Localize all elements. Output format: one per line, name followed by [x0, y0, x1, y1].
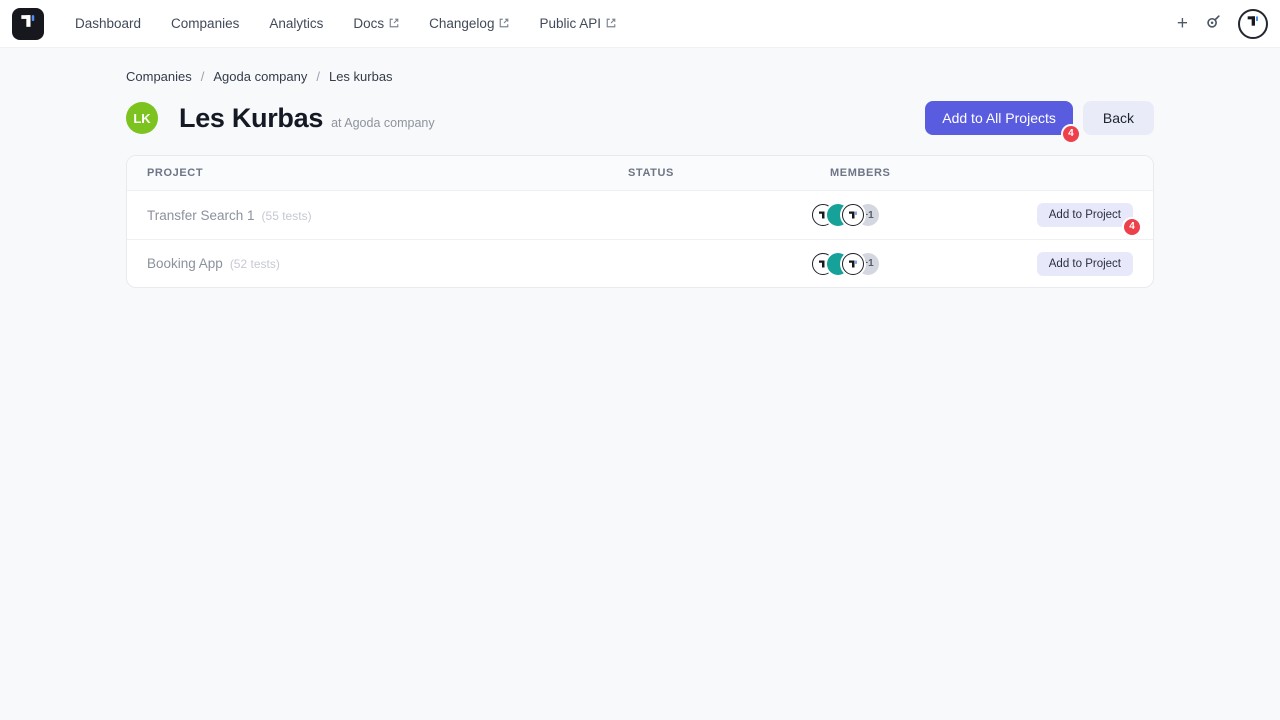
column-header-status: Status — [608, 167, 810, 179]
external-link-icon — [499, 16, 509, 31]
external-link-icon — [606, 16, 616, 31]
user-avatar[interactable] — [1238, 9, 1268, 39]
plus-icon: + — [1177, 14, 1188, 33]
breadcrumb-separator: / — [316, 69, 320, 84]
add-new-button[interactable]: + — [1177, 14, 1188, 33]
column-header-project: Project — [127, 167, 608, 179]
page-title: Les Kurbas — [179, 103, 323, 134]
action-cell: Add to Project — [993, 252, 1153, 276]
nav-item-label: Changelog — [429, 16, 494, 31]
add-to-all-projects-label: Add to All Projects — [942, 110, 1056, 126]
notification-badge: 4 — [1122, 217, 1142, 237]
nav-links: Dashboard Companies Analytics Docs Chang… — [60, 8, 631, 39]
add-to-project-button[interactable]: Add to Project 4 — [1037, 203, 1133, 227]
nav-item-label: Docs — [353, 16, 384, 31]
add-to-all-projects-button[interactable]: Add to All Projects 4 — [925, 101, 1073, 135]
project-tests-count: (55 tests) — [262, 209, 312, 223]
search-button[interactable] — [1204, 12, 1222, 35]
projects-table: Project Status Members Transfer Search 1… — [126, 155, 1154, 288]
back-button[interactable]: Back — [1083, 101, 1154, 135]
nav-item-label: Analytics — [269, 16, 323, 31]
person-avatar: LK — [126, 102, 158, 134]
members-avatar-stack: +1 — [812, 204, 879, 226]
project-cell: Transfer Search 1 (55 tests) — [127, 208, 608, 223]
search-icon — [1204, 12, 1222, 35]
nav-item-dashboard[interactable]: Dashboard — [60, 8, 156, 39]
main-content: Companies / Agoda company / Les kurbas L… — [126, 69, 1154, 288]
external-link-icon — [389, 16, 399, 31]
add-to-project-button[interactable]: Add to Project — [1037, 252, 1133, 276]
nav-item-changelog[interactable]: Changelog — [414, 8, 524, 39]
table-row: Booking App (52 tests) — [127, 239, 1153, 287]
nav-right-actions: + — [1177, 9, 1268, 39]
add-to-project-label: Add to Project — [1049, 209, 1121, 221]
nav-item-docs[interactable]: Docs — [338, 8, 414, 39]
page-header: LK Les Kurbas at Agoda company Add to Al… — [126, 101, 1154, 135]
member-avatar-t-icon — [842, 204, 864, 226]
action-cell: Add to Project 4 — [993, 203, 1153, 227]
brand-logo[interactable] — [12, 8, 44, 40]
project-tests-count: (52 tests) — [230, 257, 280, 271]
notification-badge: 4 — [1061, 124, 1081, 144]
breadcrumb-agoda-company[interactable]: Agoda company — [213, 69, 307, 84]
page-subtitle: at Agoda company — [331, 116, 435, 130]
header-actions: Add to All Projects 4 Back — [925, 101, 1154, 135]
column-header-members: Members — [810, 167, 993, 179]
avatar-t-icon — [1245, 13, 1261, 34]
members-cell: +1 — [810, 204, 993, 226]
nav-item-label: Dashboard — [75, 16, 141, 31]
nav-item-companies[interactable]: Companies — [156, 8, 254, 39]
nav-item-label: Companies — [171, 16, 239, 31]
breadcrumb: Companies / Agoda company / Les kurbas — [126, 69, 1154, 84]
brand-t-icon — [18, 11, 38, 36]
top-nav: Dashboard Companies Analytics Docs Chang… — [0, 0, 1280, 48]
breadcrumb-companies[interactable]: Companies — [126, 69, 192, 84]
breadcrumb-les-kurbas[interactable]: Les kurbas — [329, 69, 393, 84]
nav-item-public-api[interactable]: Public API — [524, 8, 631, 39]
nav-item-label: Public API — [539, 16, 601, 31]
members-avatar-stack: +1 — [812, 253, 879, 275]
member-avatar-t-icon — [842, 253, 864, 275]
add-to-project-label: Add to Project — [1049, 258, 1121, 270]
project-name: Transfer Search 1 — [147, 208, 255, 223]
nav-item-analytics[interactable]: Analytics — [254, 8, 338, 39]
breadcrumb-separator: / — [201, 69, 205, 84]
title-wrap: Les Kurbas at Agoda company — [179, 103, 435, 134]
table-row: Transfer Search 1 (55 tests) — [127, 191, 1153, 239]
table-header-row: Project Status Members — [127, 156, 1153, 191]
members-cell: +1 — [810, 253, 993, 275]
project-name: Booking App — [147, 256, 223, 271]
project-cell: Booking App (52 tests) — [127, 256, 608, 271]
